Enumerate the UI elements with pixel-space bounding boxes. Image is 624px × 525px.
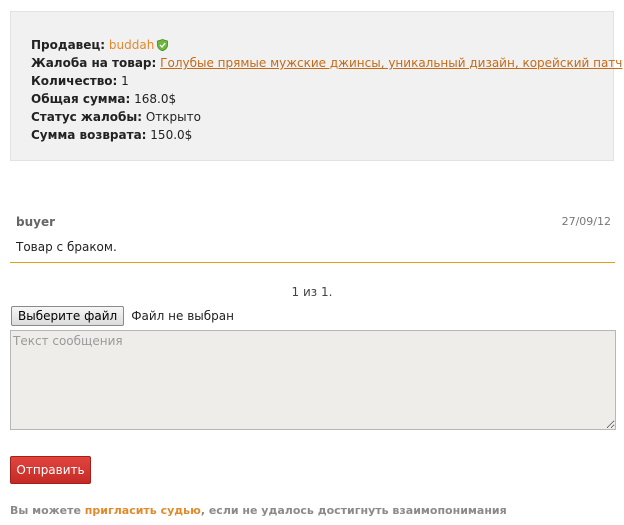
quantity-value: 1 — [121, 74, 129, 88]
refund-row: Сумма возврата: 150.0$ — [31, 126, 613, 144]
product-label: Жалоба на товар: — [31, 56, 157, 70]
complaint-info-panel: Продавец: buddah Жалоба на товар: Голубы… — [10, 11, 622, 161]
message-divider — [10, 262, 615, 263]
message-author: buyer — [16, 215, 56, 229]
product-row: Жалоба на товар: Голубые прямые мужские … — [31, 54, 622, 72]
seller-row: Продавец: buddah — [31, 36, 613, 54]
footer-note: Вы можете пригласить судью, если не удал… — [10, 504, 507, 517]
choose-file-button[interactable]: Выберите файл — [11, 306, 125, 326]
submit-button[interactable]: Отправить — [10, 456, 91, 484]
pagination-info: 1 из 1. — [291, 285, 333, 299]
total-row: Общая сумма: 168.0$ — [31, 90, 613, 108]
refund-value: 150.0$ — [150, 128, 193, 142]
quantity-label: Количество: — [31, 74, 118, 88]
refund-label: Сумма возврата: — [31, 128, 147, 142]
status-label: Статус жалобы: — [31, 110, 143, 124]
quantity-row: Количество: 1 — [31, 72, 613, 90]
invite-judge-link[interactable]: пригласить судью — [85, 504, 201, 517]
message-textarea[interactable] — [10, 330, 616, 430]
status-row: Статус жалобы: Открыто — [31, 108, 613, 126]
file-upload: Выберите файл Файл не выбран — [11, 306, 234, 326]
shield-check-icon — [157, 38, 169, 52]
message-header: buyer 27/09/12 — [16, 215, 611, 229]
status-value: Открыто — [145, 110, 201, 124]
seller-name-link[interactable]: buddah — [109, 38, 154, 52]
product-link[interactable]: Голубые прямые мужские джинсы, уникальны… — [160, 56, 622, 70]
total-label: Общая сумма: — [31, 92, 131, 106]
message-text: Товар с браком. — [16, 240, 117, 254]
total-value: 168.0$ — [134, 92, 177, 106]
footer-prefix: Вы можете — [10, 504, 85, 517]
seller-label: Продавец: — [31, 38, 106, 52]
message-date: 27/09/12 — [561, 215, 611, 228]
file-status: Файл не выбран — [131, 309, 234, 323]
footer-suffix: , если не удалось достигнуть взаимопоним… — [200, 504, 507, 517]
